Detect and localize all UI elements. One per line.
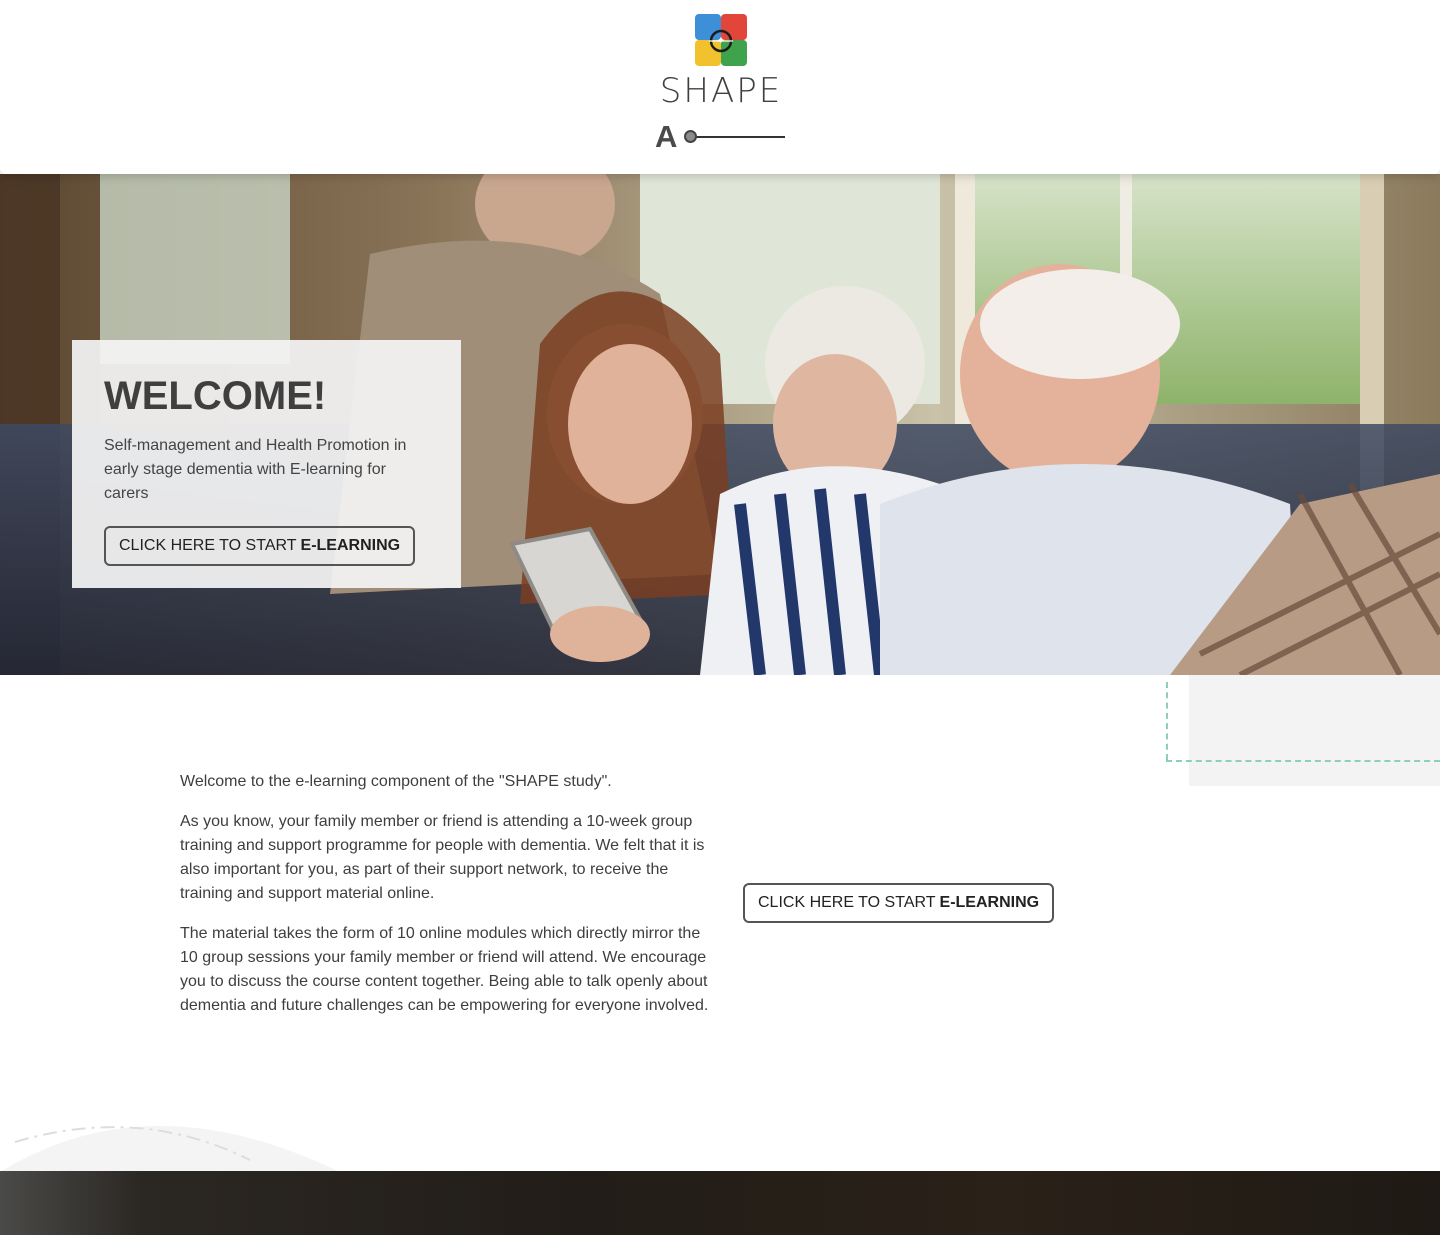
decorative-panel xyxy=(1189,675,1440,786)
intro-paragraph-3: The material takes the form of 10 online… xyxy=(180,925,709,1014)
welcome-title: WELCOME! xyxy=(104,374,327,418)
decorative-arc xyxy=(0,1126,340,1172)
shape-logo-icon xyxy=(695,14,747,66)
hero-start-elearning-button[interactable]: CLICK HERE TO START E-LEARNING xyxy=(104,526,416,566)
font-size-letter-icon: A xyxy=(655,119,678,154)
intro-paragraph-2: As you know, your family member or frien… xyxy=(180,813,705,902)
hero-cta-prefix: CLICK HERE TO START xyxy=(119,537,297,554)
cta-prefix: CLICK HERE TO START xyxy=(758,894,936,911)
font-size-slider-track[interactable] xyxy=(684,130,785,143)
site-header: SHAPE A xyxy=(0,0,1440,174)
intro-paragraph-1: Welcome to the e-learning component of t… xyxy=(180,773,612,790)
hero-cta-bold: E-LEARNING xyxy=(300,537,401,554)
decorative-dash-horizontal xyxy=(1166,760,1440,762)
cta-bold: E-LEARNING xyxy=(939,894,1040,911)
start-elearning-button[interactable]: CLICK HERE TO START E-LEARNING xyxy=(743,883,1055,923)
decorative-dash-vertical xyxy=(1166,682,1168,760)
hero-banner: WELCOME! Self-management and Health Prom… xyxy=(0,174,1440,675)
font-size-slider-thumb[interactable] xyxy=(684,130,697,143)
footer-image-band xyxy=(0,1171,1440,1235)
logo[interactable]: SHAPE xyxy=(660,14,780,111)
font-size-slider[interactable]: A xyxy=(655,120,785,154)
welcome-subtitle: Self-management and Health Promotion in … xyxy=(104,437,407,502)
welcome-card: WELCOME! Self-management and Health Prom… xyxy=(72,340,461,588)
logo-text: SHAPE xyxy=(659,71,783,111)
intro-text: Welcome to the e-learning component of t… xyxy=(180,770,720,1034)
